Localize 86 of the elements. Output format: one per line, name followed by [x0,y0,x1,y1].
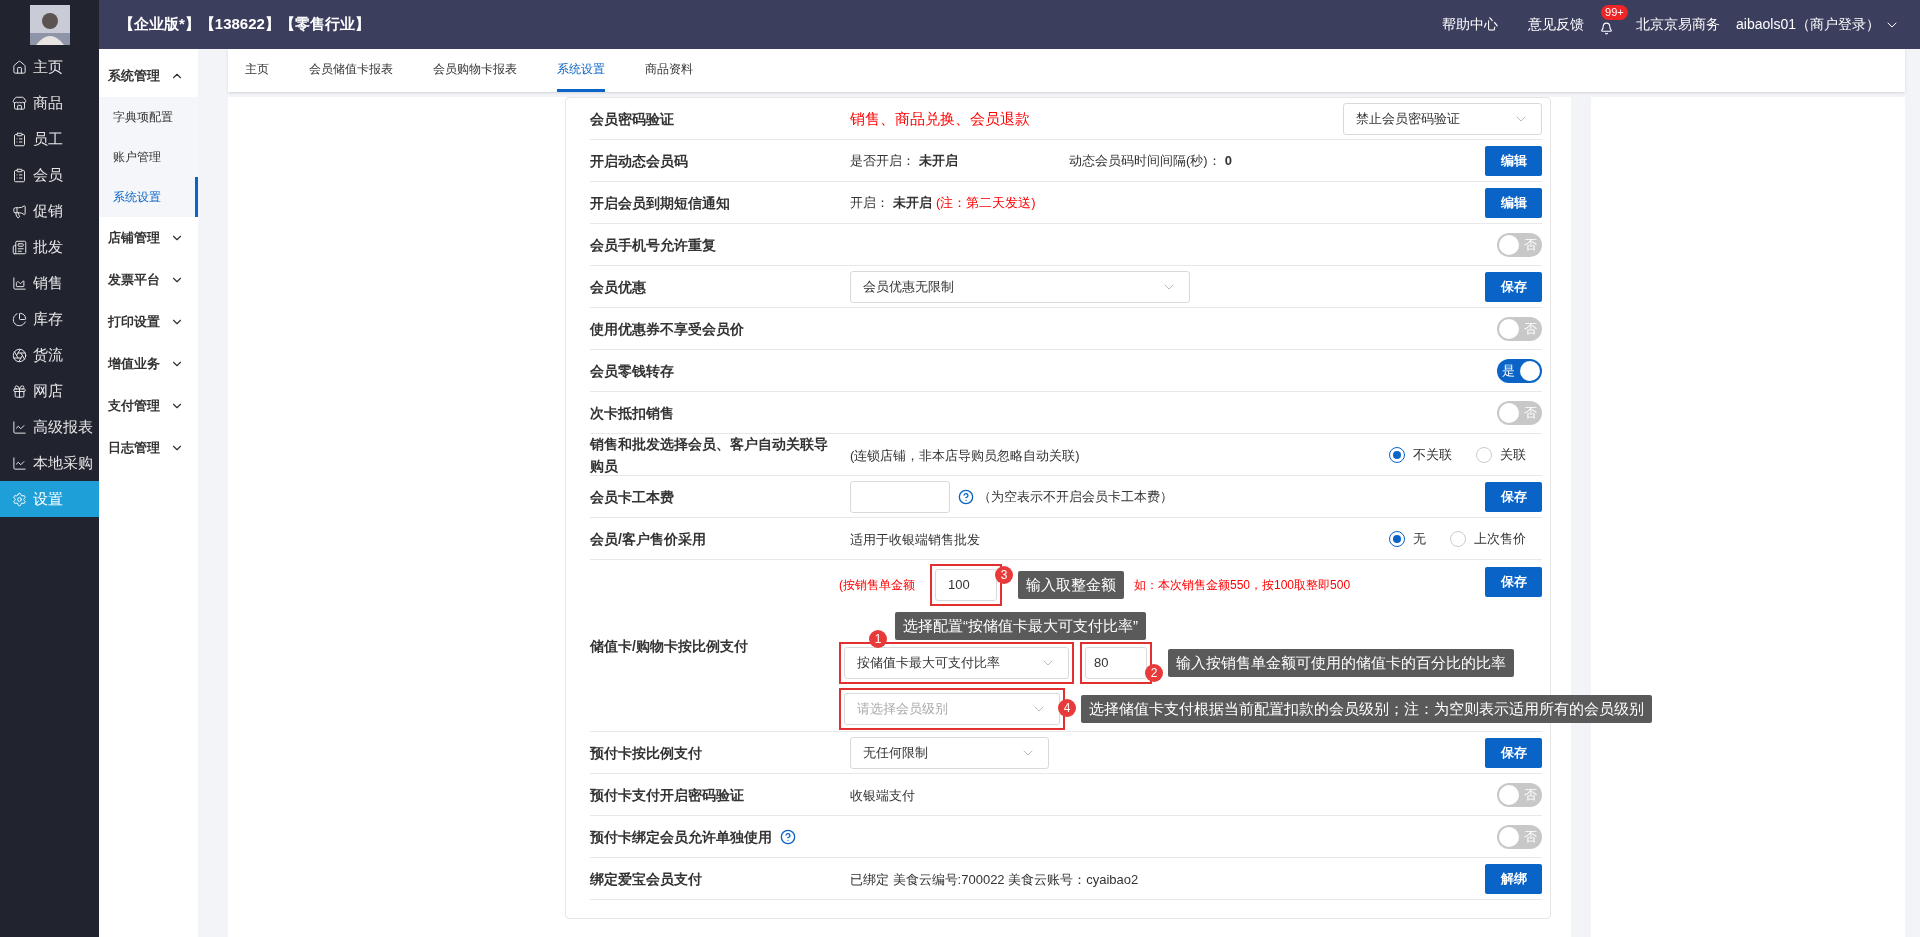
setting-label: 开启动态会员码 [590,151,688,171]
user-menu[interactable]: aibaols01（商户登录） [1736,14,1900,35]
setting-label: 绑定爱宝会员支付 [590,869,702,889]
setting-label: 使用优惠券不享受会员价 [590,319,744,339]
annotation-tooltip: 选择配置“按储值卡最大可支付比率” [895,612,1146,640]
status-text: 开启： 未开启 (注：第二天发送) [850,193,1037,212]
action-button[interactable]: 编辑 [1485,145,1542,176]
submenu-item[interactable]: 系统设置 [99,177,198,217]
binding-text: 已绑定 美食云编号:700022 美食云账号：cyaibao2 [850,871,1139,887]
step-badge: 2 [1145,664,1163,682]
note-text: 收银端支付 [850,787,915,803]
annotation-tooltip: 输入取整金额 [1018,571,1124,599]
step-badge: 3 [995,566,1013,584]
nav-item[interactable]: 网店 [0,373,99,409]
nav-item[interactable]: 主页 [0,49,99,85]
setting-label: 储值卡/购物卡按比例支付 [590,636,748,656]
setting-label: 预付卡绑定会员允许单独使用 [590,827,772,847]
action-button[interactable]: 保存 [1485,737,1542,768]
account-title: 【企业版*】【138622】【零售行业】 [119,14,370,35]
menu-group[interactable]: 打印设置 [99,301,198,343]
note-text: 适用于收银端销售批发 [850,531,980,547]
menu-group[interactable]: 发票平台 [99,259,198,301]
tab[interactable]: 会员购物卡报表 [433,49,517,92]
select-field[interactable]: 无任何限制 [850,736,1049,769]
status-text: 动态会员码时间间隔(秒)： 0 [1069,151,1232,170]
step-badge: 1 [869,630,887,648]
round-amount-input[interactable]: 100 [935,569,997,601]
action-button[interactable]: 保存 [1485,481,1542,512]
ratio-input[interactable]: 80 [1085,647,1147,679]
select-field[interactable]: 会员优惠无限制 [850,270,1190,303]
menu-group[interactable]: 增值业务 [99,343,198,385]
annotation-tooltip: 输入按销售单金额可使用的储值卡的百分比的比率 [1168,649,1514,677]
setting-label: 会员优惠 [590,277,646,297]
header-link[interactable]: 意见反馈 [1528,14,1585,35]
submenu-item[interactable]: 账户管理 [99,137,198,177]
menu-group[interactable]: 系统管理 [99,55,198,97]
status-text: 是否开启： 未开启 [850,151,959,170]
setting-label: 预付卡按比例支付 [590,743,702,763]
scope-text: 销售、商品兑换、会员退款 [850,109,1030,127]
company-name: 北京京易商务 [1636,15,1721,34]
action-button[interactable]: 编辑 [1485,187,1542,218]
setting-label: 会员密码验证 [590,109,674,129]
amount-label: (按销售单金额 [839,577,916,594]
setting-label: 开启会员到期短信通知 [590,193,730,213]
submenu-item[interactable]: 字典项配置 [99,97,198,137]
annotation-tooltip: 选择储值卡支付根据当前配置扣款的会员级别；注：为空则表示适用所有的会员级别 [1081,695,1652,723]
setting-label: 会员手机号允许重复 [590,235,716,255]
nav-item[interactable]: 批发 [0,229,99,265]
select-field[interactable]: 按储值卡最大可支付比率 [844,647,1069,679]
example-text: 如：本次销售金额550，按100取整即500 [1134,577,1351,594]
nav-item[interactable]: 促销 [0,193,99,229]
note-text: (连锁店铺，非本店导购员忽略自动关联) [850,447,1080,463]
nav-item[interactable]: 本地采购 [0,445,99,481]
nav-item[interactable]: 商品 [0,85,99,121]
select-field[interactable]: 禁止会员密码验证 [1343,102,1542,135]
nav-item[interactable]: 员工 [0,121,99,157]
nav-item[interactable]: 高级报表 [0,409,99,445]
action-button[interactable]: 保存 [1485,271,1542,302]
header-link[interactable]: 帮助中心 [1442,14,1499,35]
setting-label: 销售和批发选择会员、客户自动关联导购员 [590,434,829,476]
menu-group[interactable]: 支付管理 [99,385,198,427]
action-button[interactable]: 保存 [1485,567,1542,597]
nav-item[interactable]: 库存 [0,301,99,337]
nav-item[interactable]: 销售 [0,265,99,301]
radio-option[interactable]: 无 [1389,528,1426,549]
setting-label: 次卡抵扣销售 [590,403,674,423]
action-button[interactable]: 解绑 [1485,863,1542,894]
radio-option[interactable]: 不关联 [1389,444,1452,465]
nav-item[interactable]: 会员 [0,157,99,193]
step-badge: 4 [1058,699,1076,717]
setting-label: 会员/客户售价采用 [590,529,706,549]
notification-badge: 99+ [1601,4,1628,20]
nav-item[interactable]: 货流 [0,337,99,373]
note-text: （为空表示不开启会员卡工本费） [978,487,1173,506]
toggle-switch[interactable]: 是 [1497,358,1542,383]
tab[interactable]: 系统设置 [557,49,605,92]
setting-label: 会员卡工本费 [590,487,674,507]
menu-group[interactable]: 日志管理 [99,427,198,469]
setting-label: 会员零钱转存 [590,361,674,381]
radio-option[interactable]: 上次售价 [1450,528,1526,549]
menu-group[interactable]: 店铺管理 [99,217,198,259]
setting-label: 预付卡支付开启密码验证 [590,785,744,805]
tab[interactable]: 商品资料 [645,49,693,92]
tab[interactable]: 会员储值卡报表 [309,49,393,92]
radio-option[interactable]: 关联 [1476,444,1526,465]
tab[interactable]: 主页 [245,49,269,92]
